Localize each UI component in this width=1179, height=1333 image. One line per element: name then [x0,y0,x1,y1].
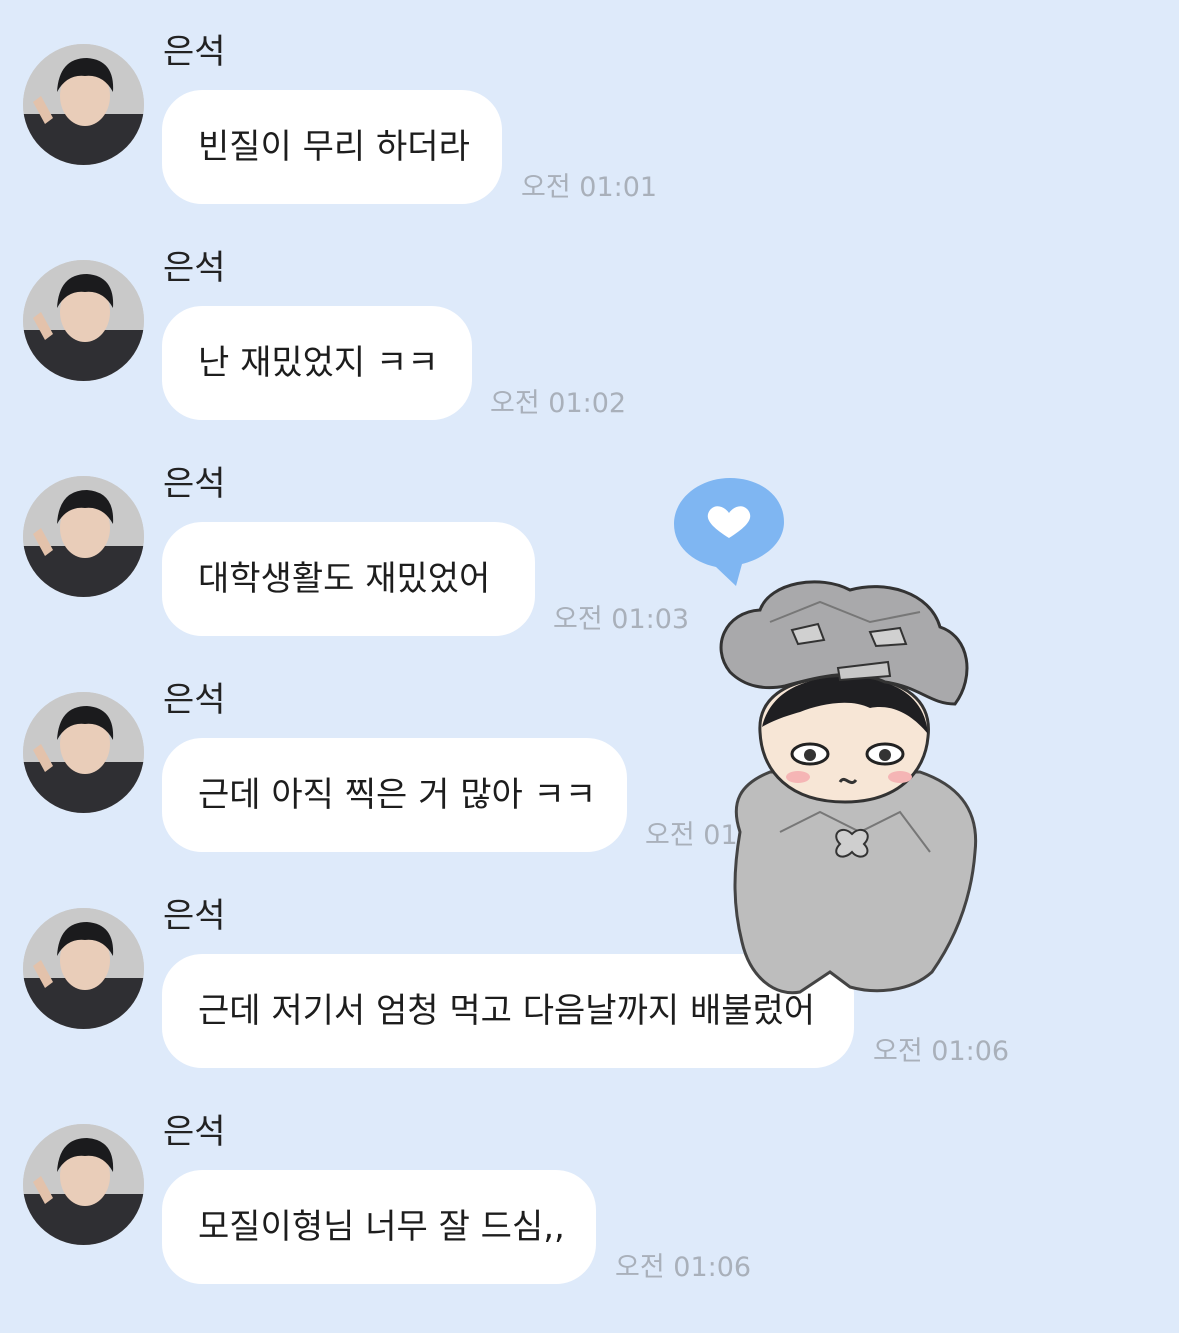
message-bubble[interactable]: 모질이형님 너무 잘 드심,, [162,1170,596,1284]
avatar[interactable] [23,1124,144,1245]
message-timestamp: 오전 01:01 [521,172,658,203]
sender-name: 은석 [163,248,226,288]
rock-character-sticker [670,472,990,1002]
sender-name: 은석 [163,896,226,936]
message-timestamp: 오전 01:06 [873,1036,1010,1067]
avatar[interactable] [23,476,144,597]
sender-name: 은석 [163,1112,226,1152]
message-bubble[interactable]: 빈질이 무리 하더라 [162,90,502,204]
message-row: 은석 근데 아직 찍은 거 많아 ㅋㅋ 오전 01:05 [0,648,1179,864]
avatar[interactable] [23,260,144,381]
message-row: 은석 빈질이 무리 하더라 오전 01:01 [0,0,1179,216]
avatar[interactable] [23,908,144,1029]
heart-icon [674,478,784,586]
message-bubble[interactable]: 난 재밌었지 ㅋㅋ [162,306,472,420]
message-bubble[interactable]: 대학생활도 재밌었어 [162,522,535,636]
message-timestamp: 오전 01:06 [615,1252,752,1283]
sender-name: 은석 [163,32,226,72]
avatar[interactable] [23,692,144,813]
message-row: 은석 대학생활도 재밌었어 오전 01:03 [0,432,1179,648]
message-timestamp: 오전 01:02 [490,388,627,419]
sender-name: 은석 [163,680,226,720]
message-bubble[interactable]: 근데 아직 찍은 거 많아 ㅋㅋ [162,738,627,852]
avatar[interactable] [23,44,144,165]
chat-message-list[interactable]: 은석 빈질이 무리 하더라 오전 01:01 은석 난 재밌었지 ㅋㅋ 오전 0… [0,0,1179,1333]
sender-name: 은석 [163,464,226,504]
message-row: 은석 난 재밌었지 ㅋㅋ 오전 01:02 [0,216,1179,432]
message-timestamp: 오전 01:03 [553,604,690,635]
message-row: 은석 근데 저기서 엄청 먹고 다음날까지 배불렀어 오전 01:06 [0,864,1179,1080]
message-row: 은석 모질이형님 너무 잘 드심,, 오전 01:06 [0,1080,1179,1296]
